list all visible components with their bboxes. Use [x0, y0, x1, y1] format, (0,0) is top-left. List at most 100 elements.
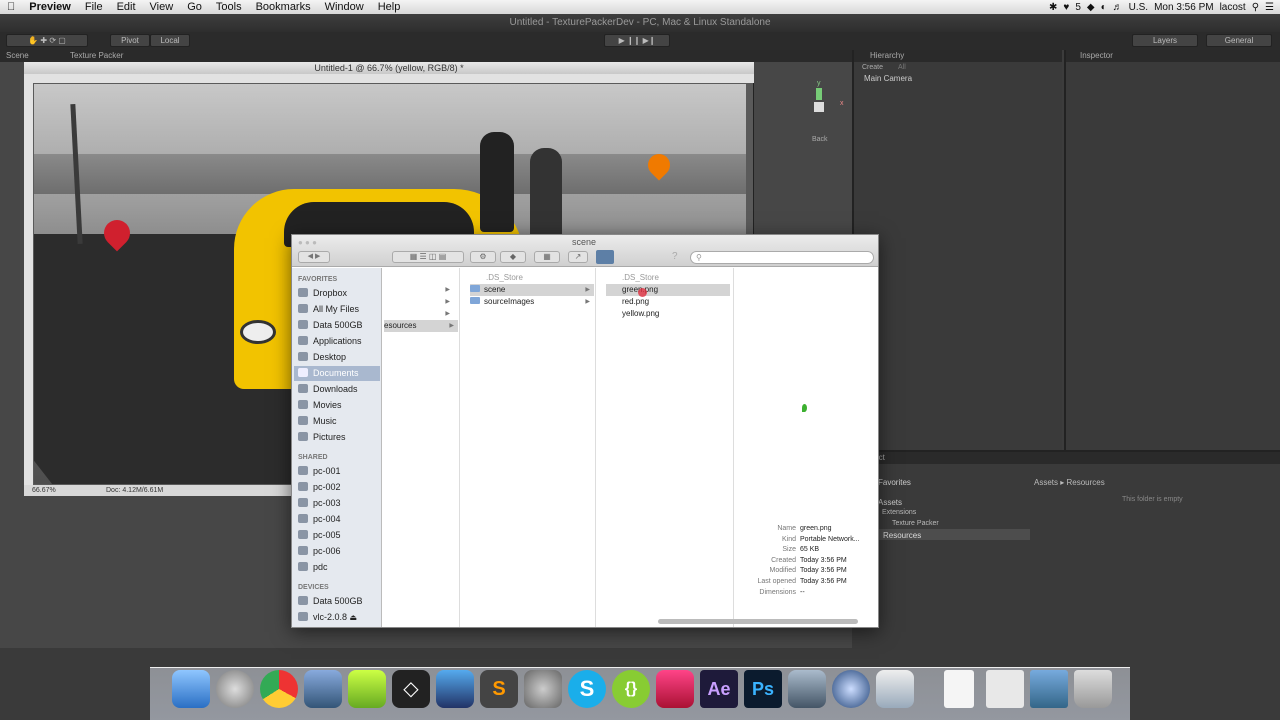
list-item[interactable]: ▶	[384, 308, 454, 320]
list-item[interactable]: ▶	[384, 296, 454, 308]
sidebar-item-downloads[interactable]: Downloads	[298, 382, 380, 397]
transform-tools[interactable]: ✋ ✚ ⟳ ▢	[6, 34, 88, 47]
photoshop-icon[interactable]: Ps	[744, 670, 782, 708]
sidebar-item-pc-005[interactable]: pc-005	[298, 528, 380, 543]
help-icon[interactable]: ?	[672, 251, 678, 262]
menu-app-name[interactable]: Preview	[22, 0, 78, 14]
spotlight-icon[interactable]: ⚲	[1252, 2, 1259, 13]
dropbox-status-icon[interactable]: ◆	[1087, 2, 1095, 13]
column-item-red-png[interactable]: red.png	[606, 296, 730, 308]
launchpad-icon[interactable]	[216, 670, 254, 708]
local-toggle[interactable]: Local	[150, 34, 190, 47]
share-icon[interactable]: ↗	[568, 251, 588, 263]
hierarchy-search-input[interactable]: All	[898, 64, 906, 71]
project-favorites[interactable]: Favorites	[878, 478, 911, 487]
system-preferences-icon[interactable]	[524, 670, 562, 708]
horizontal-scrollbar[interactable]	[658, 619, 858, 624]
tab-inspector[interactable]: Inspector	[1080, 50, 1113, 62]
layers-dropdown[interactable]: Layers	[1132, 34, 1198, 47]
badge-count[interactable]: 5	[1075, 2, 1081, 13]
sidebar-item-data-500gb[interactable]: Data 500GB	[298, 318, 380, 333]
wifi-icon[interactable]: ◐	[1101, 2, 1107, 13]
sidebar-item-vlc[interactable]: vlc-2.0.8 ⏏	[298, 610, 380, 625]
sidebar-item-applications[interactable]: Applications	[298, 334, 380, 349]
xcode-icon[interactable]	[304, 670, 342, 708]
texturepacker-toolbar-icon[interactable]	[596, 250, 614, 264]
skype-icon[interactable]: S	[568, 670, 606, 708]
dreamweaver-icon[interactable]	[656, 670, 694, 708]
finder-search-input[interactable]: ⚲	[690, 251, 874, 264]
project-tree-extensions[interactable]: Extensions	[882, 509, 916, 516]
menu-help[interactable]: Help	[371, 0, 408, 14]
menu-edit[interactable]: Edit	[110, 0, 143, 14]
chrome-icon[interactable]	[260, 670, 298, 708]
sidebar-item-pdc[interactable]: pdc	[298, 560, 380, 575]
codekit-icon[interactable]	[348, 670, 386, 708]
after-effects-icon[interactable]: Ae	[700, 670, 738, 708]
sidebar-item-pc-006[interactable]: pc-006	[298, 544, 380, 559]
sidebar-item-dropbox[interactable]: Dropbox	[298, 286, 380, 301]
column-item-yellow-png[interactable]: yellow.png	[606, 308, 730, 320]
sublime-icon[interactable]: S	[480, 670, 518, 708]
sidebar-item-pc-001[interactable]: pc-001	[298, 464, 380, 479]
hierarchy-item-main-camera[interactable]: Main Camera	[864, 74, 912, 83]
arrange-icon[interactable]: ▦	[534, 251, 560, 263]
gear-status-icon[interactable]: ✱	[1049, 2, 1057, 13]
hierarchy-create-button[interactable]: Create	[862, 64, 883, 71]
sidebar-item-all-my-files[interactable]: All My Files	[298, 302, 380, 317]
unity-icon[interactable]: ◇	[392, 670, 430, 708]
tab-hierarchy[interactable]: Hierarchy	[870, 50, 904, 62]
column-item-scene[interactable]: scene ▶	[470, 284, 594, 296]
locale-label[interactable]: U.S.	[1129, 2, 1148, 13]
zoom-level[interactable]: 66.67%	[32, 485, 56, 496]
column-item-sourceimages[interactable]: sourceImages ▶	[470, 296, 594, 308]
menu-bookmarks[interactable]: Bookmarks	[249, 0, 318, 14]
view-mode-buttons[interactable]: ▦ ☰ ◫ ▤	[392, 251, 464, 263]
menu-view[interactable]: View	[143, 0, 181, 14]
tab-scene[interactable]: Scene	[6, 50, 29, 62]
layout-dropdown[interactable]: General	[1206, 34, 1272, 47]
sidebar-item-pc-002[interactable]: pc-002	[298, 480, 380, 495]
scene-gizmo[interactable]: y x Back	[798, 80, 848, 150]
eject-icon[interactable]: ⏏	[350, 613, 358, 622]
menu-go[interactable]: Go	[180, 0, 209, 14]
sidebar-item-documents[interactable]: Documents	[294, 366, 380, 381]
menu-window[interactable]: Window	[318, 0, 371, 14]
sidebar-item-pc-004[interactable]: pc-004	[298, 512, 380, 527]
menu-tools[interactable]: Tools	[209, 0, 249, 14]
tab-texture-packer[interactable]: Texture Packer	[70, 50, 123, 62]
screen-sharing-icon[interactable]	[788, 670, 826, 708]
project-breadcrumb[interactable]: Assets ▸ Resources	[1034, 478, 1105, 487]
window-traffic-lights[interactable]: ● ● ●	[298, 238, 317, 247]
list-item[interactable]: ▶	[384, 284, 454, 296]
project-tree-selected[interactable]: Resources	[878, 529, 1030, 540]
notification-center-icon[interactable]: ☰	[1265, 2, 1274, 13]
column-item-ds-store[interactable]: .DS_Store	[470, 272, 592, 284]
sidebar-item-pictures[interactable]: Pictures	[298, 430, 380, 445]
sidebar-item-device-data-500gb[interactable]: Data 500GB	[298, 594, 380, 609]
sidebar-item-movies[interactable]: Movies	[298, 398, 380, 413]
dropbox-toolbar-icon[interactable]: ◆	[500, 251, 526, 263]
column-item-green-png[interactable]: green.png	[606, 284, 730, 296]
quicktime-icon[interactable]	[832, 670, 870, 708]
apple-menu-icon[interactable]: 	[0, 0, 22, 14]
folder-stack-icon[interactable]	[986, 670, 1024, 708]
user-label[interactable]: lacost	[1220, 2, 1246, 13]
trash-icon[interactable]	[1074, 670, 1112, 708]
back-forward-buttons[interactable]: ◀ ▶	[298, 251, 330, 263]
project-tree-texture-packer[interactable]: Texture Packer	[892, 520, 939, 527]
texturepacker-icon[interactable]	[436, 670, 474, 708]
clock-label[interactable]: Mon 3:56 PM	[1154, 2, 1213, 13]
sidebar-item-pc-003[interactable]: pc-003	[298, 496, 380, 511]
heart-status-icon[interactable]: ♥	[1063, 2, 1069, 13]
doc-size[interactable]: Doc: 4.12M/6.61M	[106, 485, 163, 496]
column-item-resources[interactable]: esources ▶	[384, 320, 458, 332]
brackets-icon[interactable]: {}	[612, 670, 650, 708]
finder-icon[interactable]	[172, 670, 210, 708]
action-gear-icon[interactable]: ⚙	[470, 251, 496, 263]
project-assets[interactable]: Assets	[878, 498, 902, 507]
menu-file[interactable]: File	[78, 0, 110, 14]
play-controls[interactable]: ▶ ❙❙ ▶❙	[604, 34, 670, 47]
sidebar-item-music[interactable]: Music	[298, 414, 380, 429]
folder-icon[interactable]	[1030, 670, 1068, 708]
